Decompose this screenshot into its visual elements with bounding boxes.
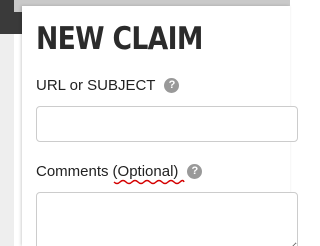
- url-subject-input[interactable]: [36, 106, 298, 142]
- spellcheck-underline: [113, 179, 185, 185]
- url-subject-label: URL or SUBJECT: [36, 77, 156, 94]
- optional-label: (Optional): [112, 163, 185, 185]
- comments-label: Comments: [36, 163, 109, 180]
- help-icon[interactable]: ?: [187, 164, 203, 179]
- page-title: NEW CLAIM: [36, 21, 203, 57]
- comments-label-row: Comments (Optional) ?: [36, 163, 203, 185]
- optional-label-text: (Optional): [112, 163, 179, 180]
- claim-form-window: NEW CLAIM URL or SUBJECT ? Comments (Opt…: [0, 0, 298, 246]
- url-subject-label-row: URL or SUBJECT ?: [36, 77, 180, 94]
- help-icon[interactable]: ?: [164, 78, 180, 93]
- comments-textarea[interactable]: [36, 192, 298, 246]
- left-rail: [0, 0, 14, 246]
